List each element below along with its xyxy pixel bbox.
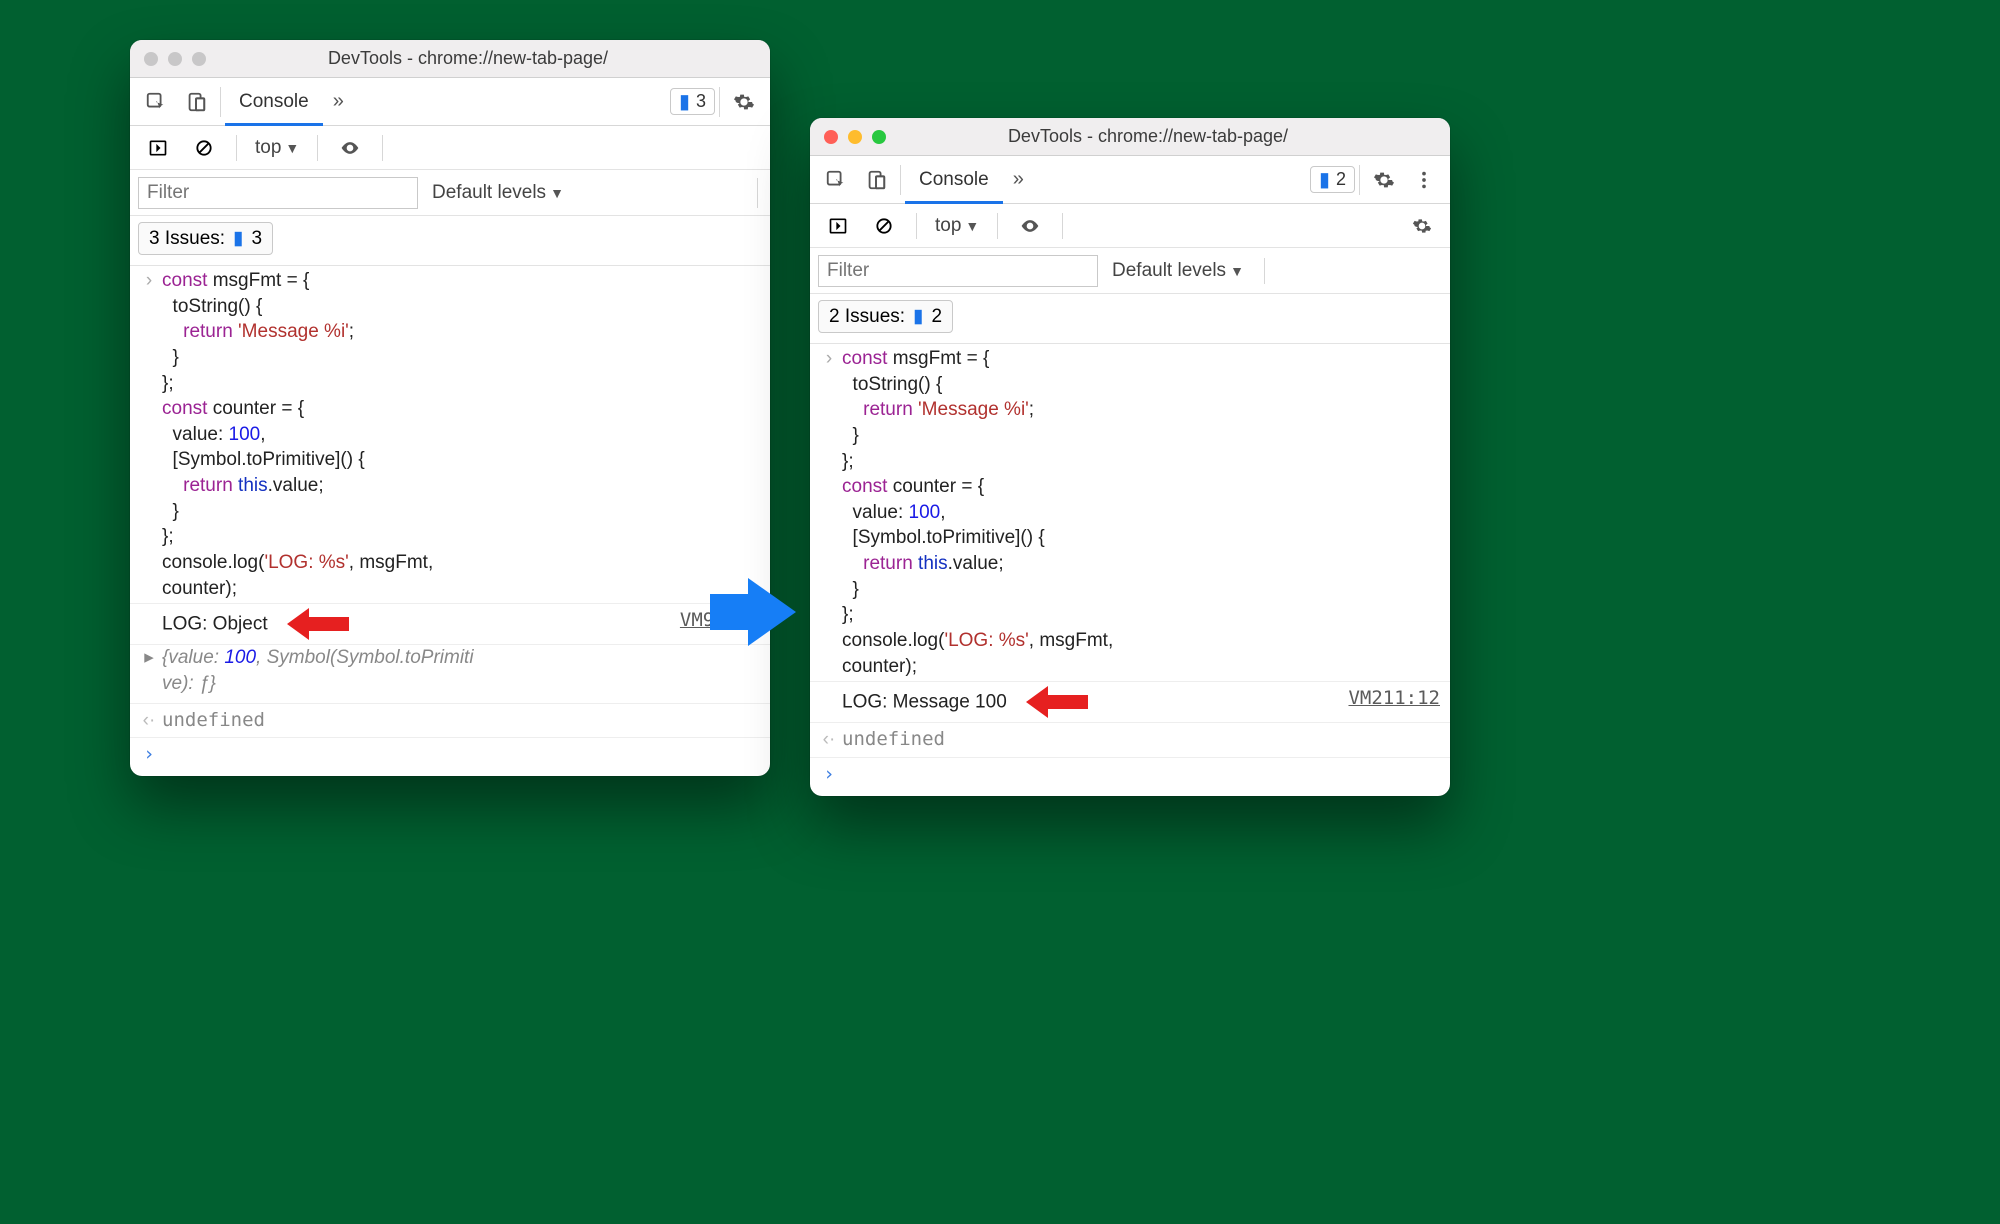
context-selector[interactable]: top ▼ (929, 215, 985, 237)
window-controls[interactable] (144, 52, 206, 66)
more-menu-icon[interactable] (1404, 160, 1444, 200)
device-toggle-icon[interactable] (176, 82, 216, 122)
filter-row: Default levels ▼ (130, 170, 770, 216)
return-chevron-icon: ‹· (816, 727, 842, 753)
sidebar-toggle-icon[interactable] (818, 206, 858, 246)
chevron-down-icon: ▼ (550, 185, 564, 201)
titlebar: DevTools - chrome://new-tab-page/ (810, 118, 1450, 156)
window-controls[interactable] (824, 130, 886, 144)
minimize-dot[interactable] (848, 130, 862, 144)
filter-row: Default levels ▼ (810, 248, 1450, 294)
sidebar-toggle-icon[interactable] (138, 128, 178, 168)
clear-console-icon[interactable] (184, 128, 224, 168)
return-value: undefined (162, 708, 265, 734)
console-subbar: top ▼ (810, 204, 1450, 248)
object-preview[interactable]: ▸ {value: 100, Symbol(Symbol.toPrimitive… (130, 645, 770, 703)
log-output: LOG: Message 100 (842, 686, 1348, 718)
issues-chip[interactable]: 3 Issues: ▮ 3 (138, 222, 273, 255)
chevron-down-icon: ▼ (965, 218, 979, 234)
inspect-icon[interactable] (136, 82, 176, 122)
log-levels-selector[interactable]: Default levels ▼ (432, 182, 564, 204)
minimize-dot[interactable] (168, 52, 182, 66)
input-chevron-icon: › (136, 268, 162, 601)
issues-icon: ▮ (1319, 170, 1330, 190)
close-dot[interactable] (824, 130, 838, 144)
prompt-chevron-icon[interactable]: › (816, 762, 842, 788)
source-link[interactable]: VM211:12 (1348, 686, 1440, 712)
return-value: undefined (842, 727, 945, 753)
more-tabs-icon[interactable]: » (323, 90, 354, 113)
issues-icon: ▮ (233, 227, 243, 250)
issues-badge[interactable]: ▮ 2 (1310, 166, 1355, 193)
issues-badge[interactable]: ▮ 3 (670, 88, 715, 115)
more-tabs-icon[interactable]: » (1003, 168, 1034, 191)
console-body: › const msgFmt = { toString() { return '… (810, 344, 1450, 796)
window-title: DevTools - chrome://new-tab-page/ (230, 48, 706, 69)
main-toolbar: Console » ▮ 2 (810, 156, 1450, 204)
chevron-down-icon: ▼ (285, 140, 299, 156)
return-chevron-icon: ‹· (136, 708, 162, 734)
inspect-icon[interactable] (816, 160, 856, 200)
issues-count: 3 (696, 91, 706, 112)
console-body: › const msgFmt = { toString() { return '… (130, 266, 770, 776)
context-selector[interactable]: top ▼ (249, 137, 305, 159)
devtools-window-after: DevTools - chrome://new-tab-page/ Consol… (810, 118, 1450, 796)
zoom-dot[interactable] (872, 130, 886, 144)
clear-console-icon[interactable] (864, 206, 904, 246)
close-dot[interactable] (144, 52, 158, 66)
filter-input[interactable] (138, 177, 418, 209)
issues-icon: ▮ (679, 92, 690, 112)
log-levels-selector[interactable]: Default levels ▼ (1112, 260, 1244, 282)
tab-console[interactable]: Console (905, 156, 1003, 203)
prompt-chevron-icon[interactable]: › (136, 742, 162, 768)
chevron-down-icon: ▼ (1230, 263, 1244, 279)
issues-count: 2 (1336, 169, 1346, 190)
issues-row: 3 Issues: ▮ 3 (130, 216, 770, 266)
console-settings-gear-icon[interactable] (1402, 206, 1442, 246)
log-output: LOG: Object (162, 608, 680, 640)
console-input-code[interactable]: const msgFmt = { toString() { return 'Me… (842, 346, 1440, 679)
highlight-arrow-icon (1026, 686, 1088, 718)
titlebar: DevTools - chrome://new-tab-page/ (130, 40, 770, 78)
settings-gear-icon[interactable] (724, 82, 764, 122)
input-chevron-icon: › (816, 346, 842, 679)
console-subbar: top ▼ (130, 126, 770, 170)
live-expression-icon[interactable] (1010, 206, 1050, 246)
tab-console[interactable]: Console (225, 78, 323, 125)
device-toggle-icon[interactable] (856, 160, 896, 200)
zoom-dot[interactable] (192, 52, 206, 66)
transition-arrow-icon (748, 578, 796, 646)
window-title: DevTools - chrome://new-tab-page/ (910, 126, 1386, 147)
live-expression-icon[interactable] (330, 128, 370, 168)
filter-input[interactable] (818, 255, 1098, 287)
console-input-code[interactable]: const msgFmt = { toString() { return 'Me… (162, 268, 760, 601)
main-toolbar: Console » ▮ 3 (130, 78, 770, 126)
issues-chip[interactable]: 2 Issues: ▮ 2 (818, 300, 953, 333)
devtools-window-before: DevTools - chrome://new-tab-page/ Consol… (130, 40, 770, 776)
settings-gear-icon[interactable] (1364, 160, 1404, 200)
expand-triangle-icon[interactable]: ▸ (136, 645, 162, 696)
issues-icon: ▮ (913, 305, 923, 328)
issues-row: 2 Issues: ▮ 2 (810, 294, 1450, 344)
highlight-arrow-icon (287, 608, 349, 640)
